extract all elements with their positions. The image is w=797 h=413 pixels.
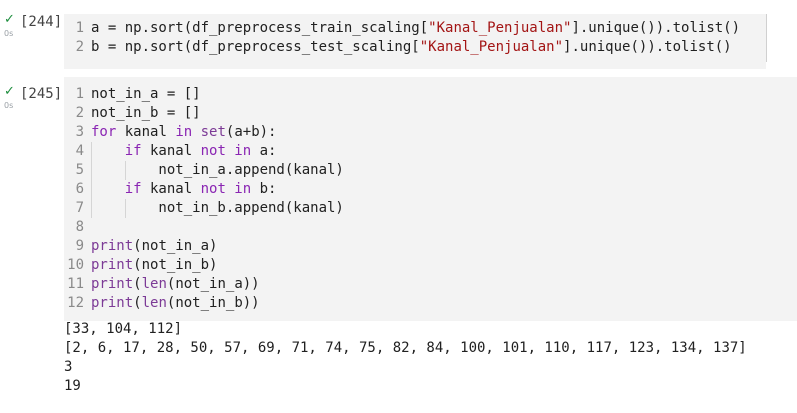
code-token: print xyxy=(91,295,134,311)
code-line[interactable]: 3 for kanal in set(a+b): xyxy=(64,123,797,142)
code-line[interactable]: 6 if kanal not in b: xyxy=(64,180,797,199)
code-token: ( xyxy=(133,276,142,292)
code-line[interactable]: 1 not_in_a = [] xyxy=(64,85,797,104)
line-number: 10 xyxy=(67,257,84,273)
indent-guide xyxy=(91,180,92,199)
run-duration: 0s xyxy=(4,29,14,38)
line-number: 8 xyxy=(75,219,84,235)
line-number: 5 xyxy=(75,162,84,178)
code-line[interactable]: 9 print(not_in_a) xyxy=(64,237,797,256)
code-token: b: xyxy=(251,181,277,197)
code-token: not_in_a.append(kanal) xyxy=(91,162,344,178)
line-number: 7 xyxy=(75,200,84,216)
code-token: print xyxy=(91,276,134,292)
code-token: "Kanal_Penjualan" xyxy=(428,20,572,36)
execution-count[interactable]: [244] xyxy=(20,14,62,30)
code-token: in xyxy=(175,124,193,140)
line-number: 1 xyxy=(75,86,84,102)
code-token: len xyxy=(141,276,167,292)
line-number: 3 xyxy=(75,124,84,140)
code-token: kanal xyxy=(141,181,201,197)
editor-scrollbar[interactable] xyxy=(766,14,767,62)
line-number: 2 xyxy=(75,39,84,55)
line-number: 9 xyxy=(75,238,84,254)
code-line[interactable]: 8 xyxy=(64,218,797,237)
code-line[interactable]: 4 if kanal not in a: xyxy=(64,142,797,161)
code-token: b = np.sort(df_preprocess_test_scaling[ xyxy=(91,39,420,55)
code-line[interactable]: 2 b = np.sort(df_preprocess_test_scaling[… xyxy=(64,38,766,57)
check-icon: ✓ xyxy=(4,12,15,27)
code-cell-244[interactable]: ✓ 0s [244] 1 a = np.sort(df_preprocess_tr… xyxy=(0,12,797,69)
code-cell-245[interactable]: ✓ 0s [245] 1 not_in_a = [] 2 not_in_b = [] 3… xyxy=(0,77,797,322)
cell-gutter: ✓ 0s [244] xyxy=(0,12,64,64)
code-line[interactable]: 10 print(not_in_b) xyxy=(64,256,797,275)
code-token: len xyxy=(141,295,167,311)
code-token: kanal xyxy=(141,143,201,159)
code-editor[interactable]: 1 not_in_a = [] 2 not_in_b = [] 3 for kanal i… xyxy=(64,77,797,321)
line-number: 12 xyxy=(67,295,84,311)
code-line[interactable]: 5 not_in_a.append(kanal) xyxy=(64,161,797,180)
code-token: ].unique()).tolist() xyxy=(563,39,732,55)
line-number: 11 xyxy=(67,276,84,292)
output-line: 19 xyxy=(64,378,81,394)
line-number: 4 xyxy=(75,143,84,159)
code-token: (not_in_a) xyxy=(133,238,218,254)
code-token: set xyxy=(200,124,226,140)
code-line[interactable]: 11 print(len(not_in_a)) xyxy=(64,275,797,294)
cell-output: [33, 104, 112] [2, 6, 17, 28, 50, 57, 69,… xyxy=(64,320,747,396)
code-token: for xyxy=(91,124,117,140)
code-token: if xyxy=(124,143,142,159)
code-token: "Kanal_Penjualan" xyxy=(419,39,564,55)
code-token: not_in_b.append(kanal) xyxy=(91,200,344,216)
code-token: not in xyxy=(200,181,252,197)
indent-guide xyxy=(124,161,126,180)
code-token: if xyxy=(124,181,142,197)
code-token: print xyxy=(91,238,134,254)
code-token: (not_in_b)) xyxy=(166,295,260,311)
cell-gutter: ✓ 0s [245] xyxy=(0,84,64,322)
execution-count[interactable]: [245] xyxy=(20,86,62,102)
code-line[interactable]: 7 not_in_b.append(kanal) xyxy=(64,199,797,218)
code-line[interactable]: 12 print(len(not_in_b)) xyxy=(64,294,797,313)
code-editor[interactable]: 1 a = np.sort(df_preprocess_train_scaling… xyxy=(64,14,766,69)
code-token: not in xyxy=(200,143,252,159)
line-number: 1 xyxy=(75,20,84,36)
code-token: a = np.sort(df_preprocess_train_scaling[ xyxy=(91,20,429,36)
output-line: 3 xyxy=(64,359,73,375)
code-line[interactable]: 2 not_in_b = [] xyxy=(64,104,797,123)
check-icon: ✓ xyxy=(4,84,15,99)
code-line[interactable]: 1 a = np.sort(df_preprocess_train_scaling… xyxy=(64,19,766,38)
code-token: not_in_a = [] xyxy=(91,86,201,102)
code-token: (not_in_a)) xyxy=(166,276,260,292)
line-number: 2 xyxy=(75,105,84,121)
code-token: not_in_b = [] xyxy=(91,105,201,121)
line-number: 6 xyxy=(75,181,84,197)
indent-guide xyxy=(91,161,92,180)
indent-guide xyxy=(124,199,126,218)
code-token: a: xyxy=(251,143,277,159)
indent-guide xyxy=(91,142,92,161)
code-token: ].unique()).tolist() xyxy=(571,20,741,36)
code-token: (not_in_b) xyxy=(133,257,218,273)
output-line: [33, 104, 112] xyxy=(64,321,183,337)
code-token: (a+b): xyxy=(225,124,277,140)
output-line: [2, 6, 17, 28, 50, 57, 69, 71, 74, 75, 8… xyxy=(64,340,747,356)
run-duration: 0s xyxy=(4,101,14,110)
indent-guide xyxy=(91,199,92,218)
code-token: kanal xyxy=(116,124,176,140)
code-token: ( xyxy=(133,295,142,311)
code-token: print xyxy=(91,257,134,273)
